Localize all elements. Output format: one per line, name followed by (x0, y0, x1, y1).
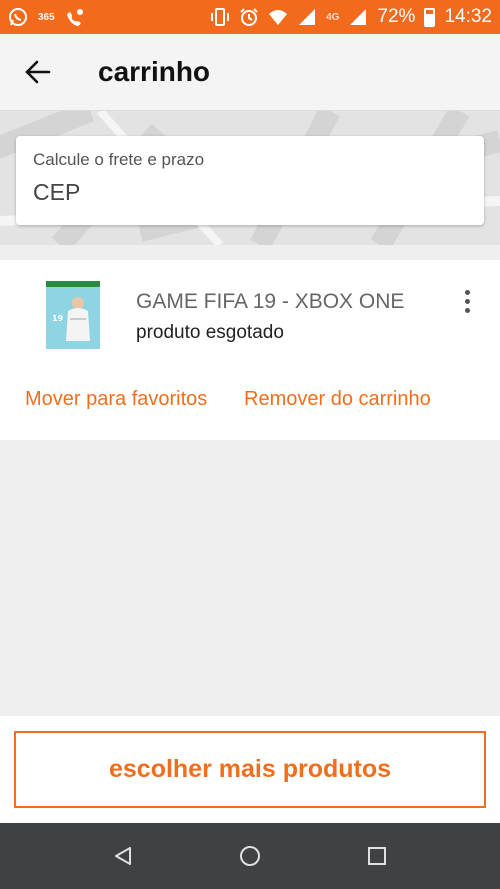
wifi-icon (269, 10, 288, 25)
app-header: carrinho (0, 34, 500, 111)
cart-item: 19 GAME FIFA 19 - XBOX ONE produto esgot… (0, 260, 500, 440)
back-triangle-icon (115, 847, 132, 865)
choose-more-products-button[interactable]: escolher mais produtos (14, 731, 486, 808)
signal-icon (299, 9, 316, 25)
alarm-icon (240, 8, 258, 26)
more-vertical-icon[interactable] (455, 286, 479, 316)
remove-from-cart-link[interactable]: Remover do carrinho (244, 388, 431, 411)
nav-recents-button[interactable] (362, 841, 392, 871)
system-nav-bar (0, 823, 500, 889)
cep-section: Calcule o frete e prazo CEP (0, 111, 500, 245)
clock: 14:32 (444, 6, 492, 27)
cep-label: Calcule o frete e prazo (33, 150, 205, 169)
dot (464, 289, 470, 295)
page-title: carrinho (98, 56, 211, 87)
missed-call-icon (66, 9, 83, 26)
battery-percent: 72% (377, 6, 416, 27)
bottom-bar: escolher mais produtos (0, 716, 500, 823)
status-bar: 365 4G 72% 14:32 (0, 0, 500, 34)
dot (464, 298, 470, 304)
product-status: produto esgotado (136, 322, 284, 343)
battery-icon (424, 7, 436, 27)
whatsapp-icon (9, 8, 27, 26)
home-circle-icon (239, 846, 260, 866)
vibrate-icon (211, 8, 230, 26)
product-image[interactable]: 19 (46, 281, 100, 349)
back-button[interactable] (0, 34, 76, 111)
status-left: 365 (8, 7, 85, 27)
signal-icon-2 (350, 9, 367, 25)
svg-text:19: 19 (52, 314, 64, 323)
cep-field[interactable]: CEP (33, 179, 467, 206)
recents-square-icon (367, 847, 386, 865)
status-right: 4G 72% 14:32 (210, 6, 492, 28)
app-365-icon: 365 (38, 11, 55, 23)
product-name[interactable]: GAME FIFA 19 - XBOX ONE (136, 290, 404, 314)
nav-back-button[interactable] (108, 841, 138, 871)
dot (464, 307, 470, 313)
arrow-left-icon (25, 60, 51, 84)
cep-input[interactable]: Calcule o frete e prazo CEP (16, 136, 484, 225)
network-type-label: 4G (326, 11, 340, 23)
move-to-favorites-link[interactable]: Mover para favoritos (25, 388, 207, 411)
nav-home-button[interactable] (235, 841, 265, 871)
